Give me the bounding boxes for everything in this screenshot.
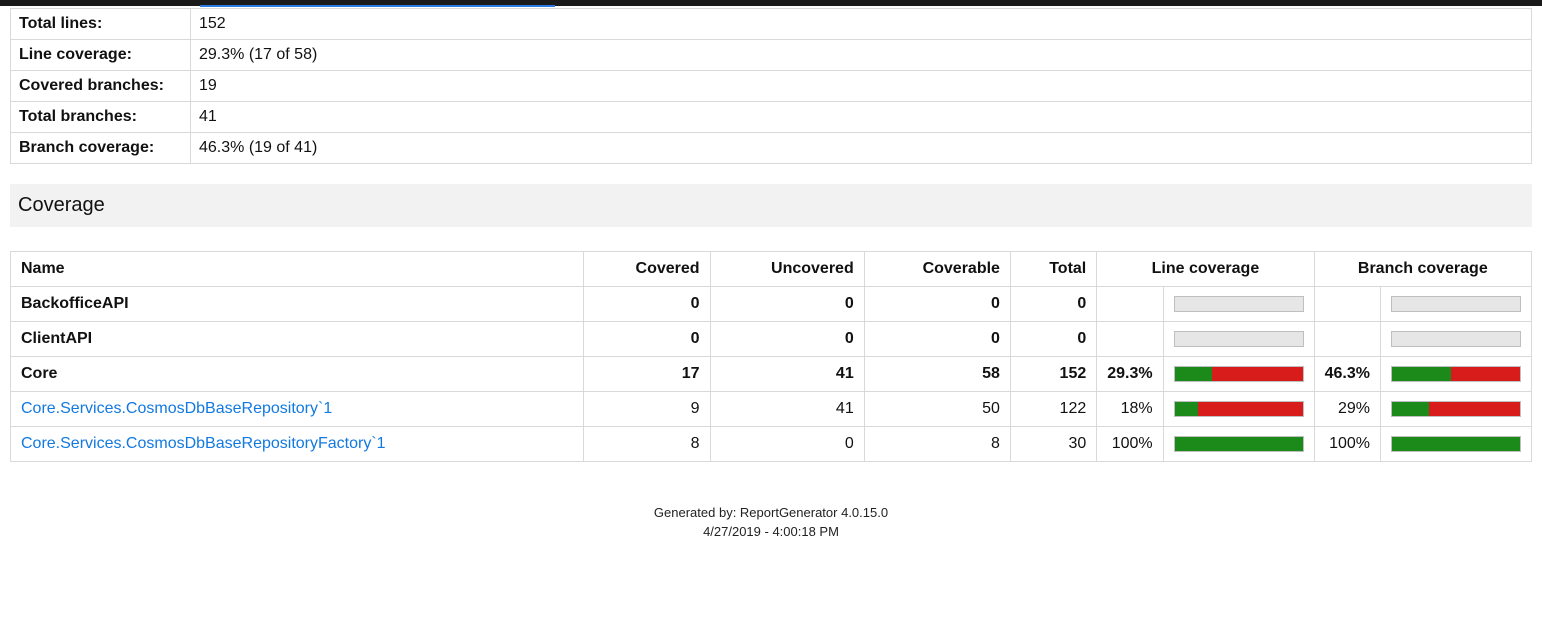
cell-covered: 17	[584, 357, 710, 392]
branch-coverage-bar-cell	[1381, 287, 1532, 322]
line-coverage-pct: 18%	[1097, 392, 1163, 427]
cell-coverable: 50	[864, 392, 1010, 427]
col-total[interactable]: Total	[1010, 252, 1096, 287]
summary-value: 19	[191, 71, 1532, 102]
summary-value: 29.3% (17 of 58)	[191, 40, 1532, 71]
summary-row: Covered branches:19	[11, 71, 1532, 102]
cell-coverable: 0	[864, 322, 1010, 357]
coverage-bar	[1174, 366, 1304, 382]
table-row: Core.Services.CosmosDbBaseRepositoryFact…	[11, 427, 1532, 462]
summary-label: Total branches:	[11, 102, 191, 133]
summary-table: Total lines:152Line coverage:29.3% (17 o…	[10, 8, 1532, 164]
col-line-coverage[interactable]: Line coverage	[1097, 252, 1314, 287]
line-coverage-pct	[1097, 322, 1163, 357]
col-coverable[interactable]: Coverable	[864, 252, 1010, 287]
row-name: ClientAPI	[11, 322, 584, 357]
summary-row: Branch coverage:46.3% (19 of 41)	[11, 133, 1532, 164]
branch-coverage-pct: 46.3%	[1314, 357, 1380, 392]
branch-coverage-bar-cell	[1381, 322, 1532, 357]
class-link[interactable]: Core.Services.CosmosDbBaseRepository`1	[21, 400, 332, 417]
coverage-bar	[1174, 331, 1304, 347]
table-row: Core.Services.CosmosDbBaseRepository`1 94…	[11, 392, 1532, 427]
cell-uncovered: 41	[710, 357, 864, 392]
summary-label: Branch coverage:	[11, 133, 191, 164]
row-name: BackofficeAPI	[11, 287, 584, 322]
cell-coverable: 0	[864, 287, 1010, 322]
summary-row: Total lines:152	[11, 9, 1532, 40]
summary-value: 46.3% (19 of 41)	[191, 133, 1532, 164]
branch-coverage-bar-cell	[1381, 392, 1532, 427]
cell-total: 122	[1010, 392, 1096, 427]
cell-uncovered: 0	[710, 427, 864, 462]
class-link[interactable]: Core.Services.CosmosDbBaseRepositoryFact…	[21, 435, 386, 452]
line-coverage-pct	[1097, 287, 1163, 322]
summary-label: Total lines:	[11, 9, 191, 40]
cell-covered: 9	[584, 392, 710, 427]
col-branch-coverage[interactable]: Branch coverage	[1314, 252, 1531, 287]
summary-value: 152	[191, 9, 1532, 40]
summary-row: Line coverage:29.3% (17 of 58)	[11, 40, 1532, 71]
coverage-bar	[1174, 401, 1304, 417]
cell-uncovered: 41	[710, 392, 864, 427]
line-coverage-bar-cell	[1163, 427, 1314, 462]
coverage-bar	[1391, 401, 1521, 417]
branch-coverage-bar-cell	[1381, 427, 1532, 462]
cell-total: 30	[1010, 427, 1096, 462]
summary-value: 41	[191, 102, 1532, 133]
table-row: ClientAPI0000	[11, 322, 1532, 357]
cell-coverable: 8	[864, 427, 1010, 462]
col-name[interactable]: Name	[11, 252, 584, 287]
cell-uncovered: 0	[710, 322, 864, 357]
branch-coverage-pct: 29%	[1314, 392, 1380, 427]
coverage-bar	[1391, 366, 1521, 382]
branch-coverage-pct: 100%	[1314, 427, 1380, 462]
coverage-bar	[1391, 296, 1521, 312]
report-footer: Generated by: ReportGenerator 4.0.15.0 4…	[10, 504, 1532, 542]
line-coverage-pct: 29.3%	[1097, 357, 1163, 392]
cell-total: 0	[1010, 287, 1096, 322]
row-name[interactable]: Core.Services.CosmosDbBaseRepositoryFact…	[11, 427, 584, 462]
page-load-progress	[200, 5, 555, 7]
coverage-bar	[1174, 296, 1304, 312]
footer-timestamp: 4/27/2019 - 4:00:18 PM	[10, 523, 1532, 542]
coverage-bar	[1391, 436, 1521, 452]
table-row: Core17415815229.3% 46.3%	[11, 357, 1532, 392]
line-coverage-bar-cell	[1163, 287, 1314, 322]
line-coverage-bar-cell	[1163, 392, 1314, 427]
footer-generated-by: Generated by: ReportGenerator 4.0.15.0	[10, 504, 1532, 523]
line-coverage-bar-cell	[1163, 322, 1314, 357]
cell-covered: 0	[584, 287, 710, 322]
coverage-table: Name Covered Uncovered Coverable Total L…	[10, 251, 1532, 462]
branch-coverage-pct	[1314, 322, 1380, 357]
summary-label: Line coverage:	[11, 40, 191, 71]
table-row: BackofficeAPI0000	[11, 287, 1532, 322]
coverage-bar	[1174, 436, 1304, 452]
cell-coverable: 58	[864, 357, 1010, 392]
cell-total: 152	[1010, 357, 1096, 392]
cell-covered: 8	[584, 427, 710, 462]
cell-total: 0	[1010, 322, 1096, 357]
col-uncovered[interactable]: Uncovered	[710, 252, 864, 287]
line-coverage-pct: 100%	[1097, 427, 1163, 462]
row-name: Core	[11, 357, 584, 392]
coverage-section-header: Coverage	[10, 184, 1532, 227]
line-coverage-bar-cell	[1163, 357, 1314, 392]
row-name[interactable]: Core.Services.CosmosDbBaseRepository`1	[11, 392, 584, 427]
summary-row: Total branches:41	[11, 102, 1532, 133]
cell-uncovered: 0	[710, 287, 864, 322]
coverage-bar	[1391, 331, 1521, 347]
branch-coverage-bar-cell	[1381, 357, 1532, 392]
col-covered[interactable]: Covered	[584, 252, 710, 287]
summary-label: Covered branches:	[11, 71, 191, 102]
cell-covered: 0	[584, 322, 710, 357]
branch-coverage-pct	[1314, 287, 1380, 322]
